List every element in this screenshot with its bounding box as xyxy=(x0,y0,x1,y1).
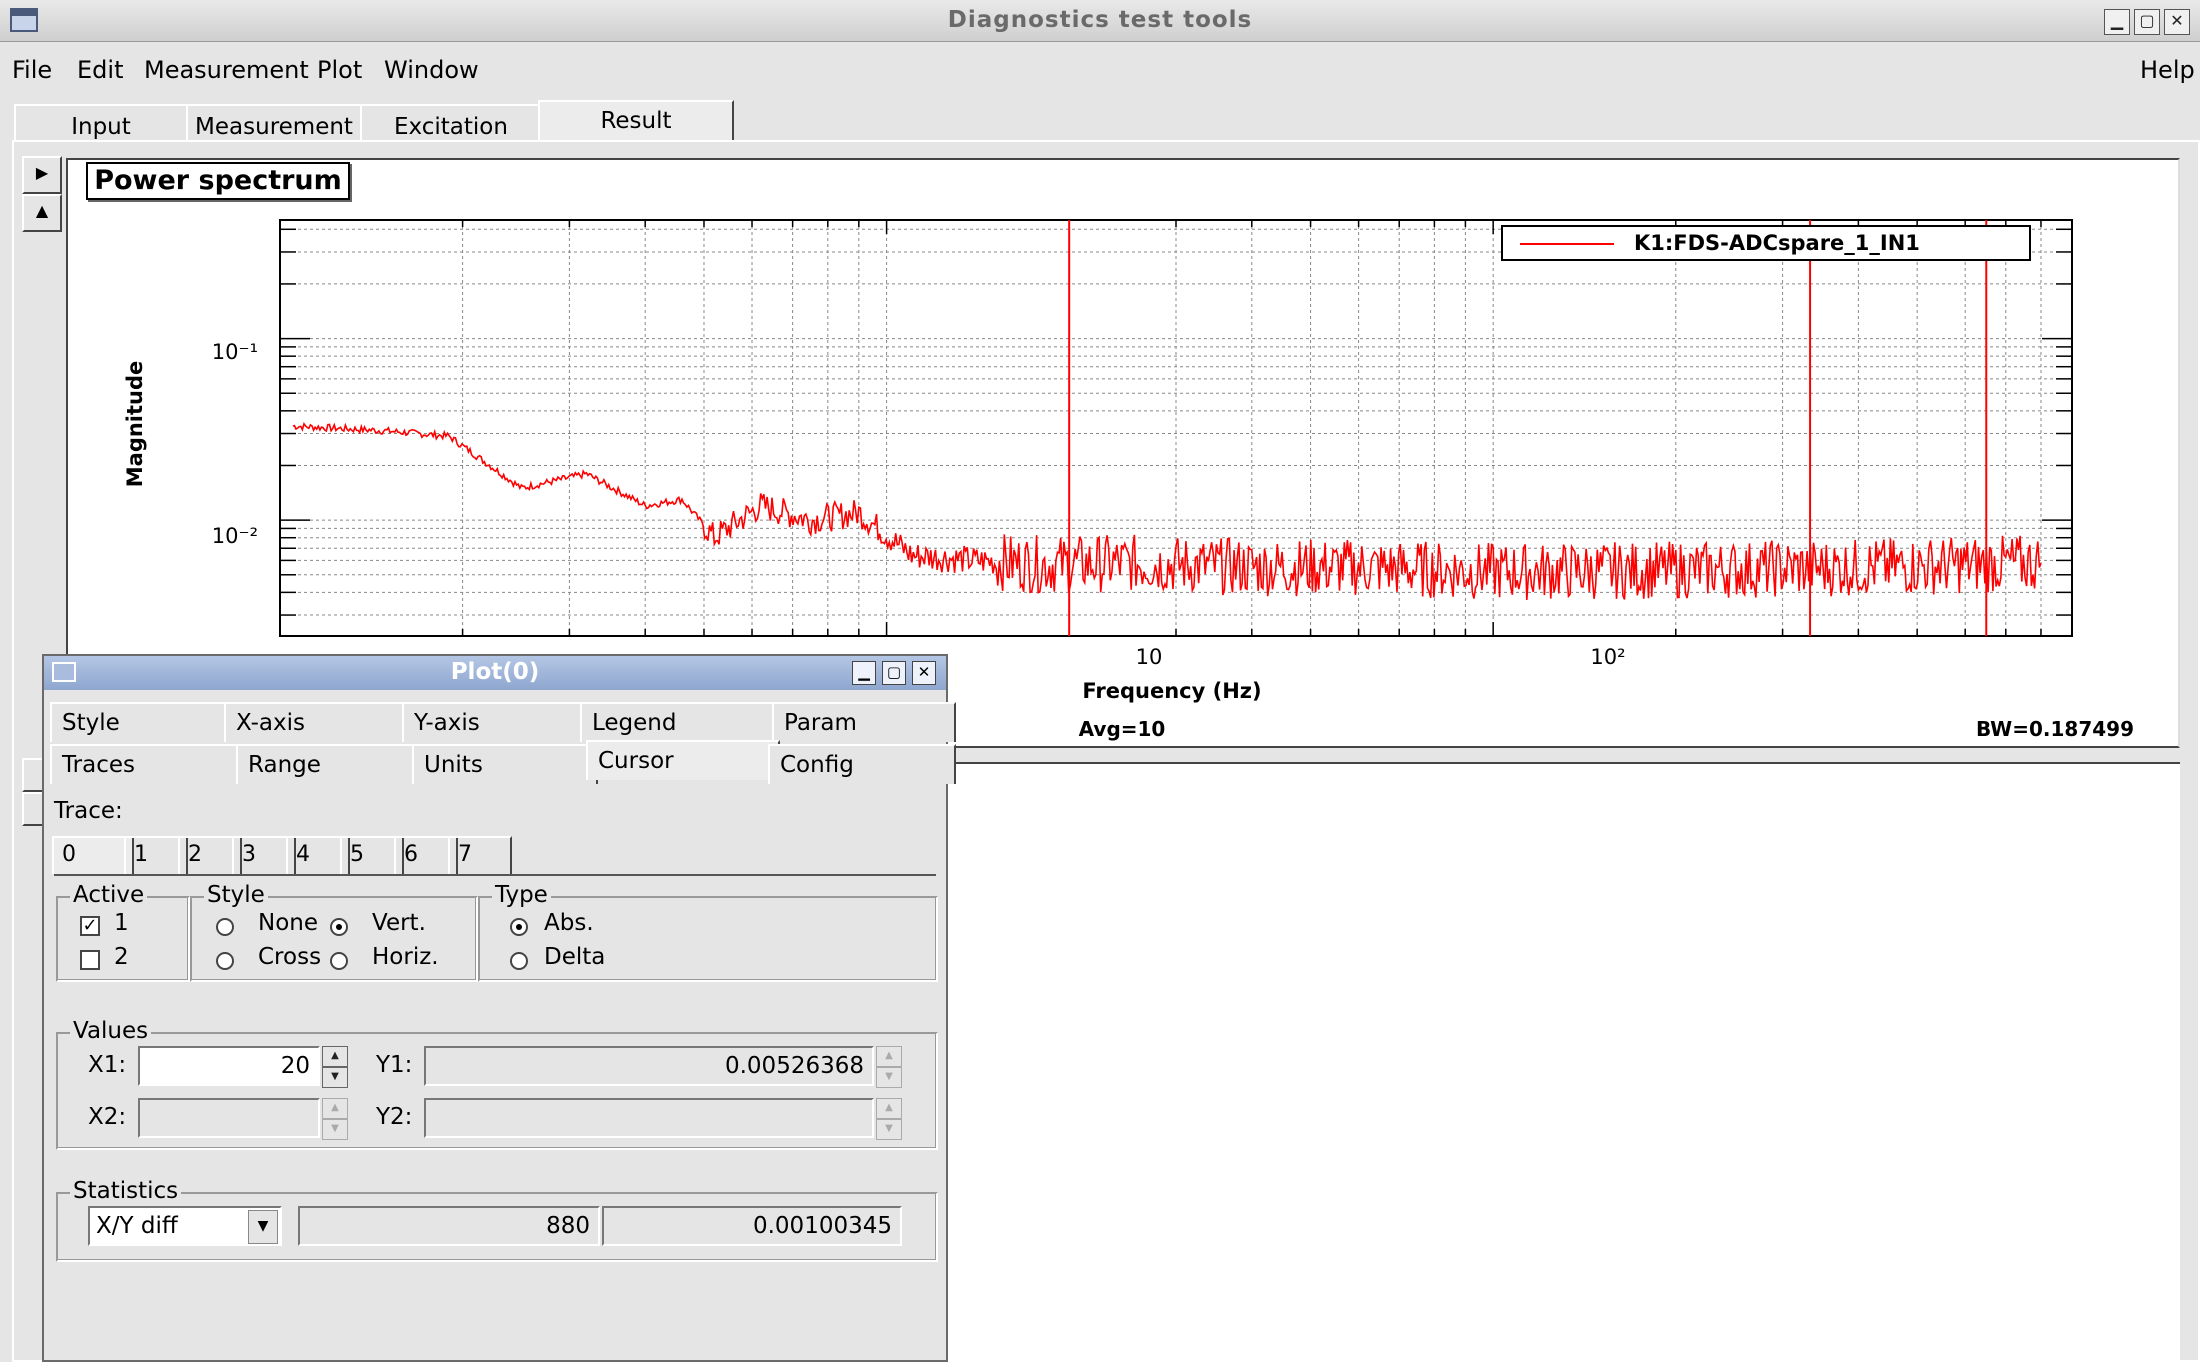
spike-lines xyxy=(1068,220,1988,636)
dtab-units[interactable]: Units xyxy=(412,744,598,784)
dialog-title: Plot(0) xyxy=(450,659,540,685)
chevron-down-icon[interactable]: ▼ xyxy=(248,1210,278,1244)
style-cross-label: Cross xyxy=(258,944,322,970)
y2-spinner: ▲ ▼ xyxy=(876,1098,902,1140)
values-legend: Values xyxy=(70,1018,152,1044)
active-1-checkbox[interactable]: ✓ xyxy=(80,916,100,936)
type-delta-radio[interactable] xyxy=(510,952,528,970)
plot-dialog: Plot(0) ▁ ▢ ✕ Style X-axis Y-axis Legend… xyxy=(42,654,956,1362)
x2-spinner: ▲ ▼ xyxy=(322,1098,348,1140)
x1-up-icon: ▲ xyxy=(322,1046,348,1067)
type-legend: Type xyxy=(492,882,551,908)
dtab-param[interactable]: Param xyxy=(772,702,956,742)
trace-tabs-divider xyxy=(54,874,936,876)
dialog-minimize-icon[interactable]: ▁ xyxy=(852,661,876,685)
x1-input[interactable]: 20 xyxy=(138,1046,320,1086)
values-group: Values X1: 20 ▲ ▼ Y1: 0.00526368 ▲ ▼ X2: ▲… xyxy=(56,1018,938,1150)
dtab-range[interactable]: Range xyxy=(236,744,424,784)
style-vert-label: Vert. xyxy=(372,910,426,936)
power-spectrum-chart[interactable]: 10 10² 10⁻¹ 10⁻² Frequency (Hz) Magnitud… xyxy=(0,0,2200,760)
type-delta-label: Delta xyxy=(544,944,606,970)
x2-field xyxy=(138,1098,320,1138)
dtab-cursor[interactable]: Cursor xyxy=(586,740,780,780)
y2-label: Y2: xyxy=(376,1104,413,1130)
active-legend: Active xyxy=(70,882,148,908)
legend-entry: K1:FDS-ADCspare_1_IN1 xyxy=(1634,231,1920,255)
x1-spinner[interactable]: ▲ ▼ xyxy=(322,1046,348,1088)
y2-field xyxy=(424,1098,874,1138)
active-2-label: 2 xyxy=(114,944,129,970)
active-2-checkbox[interactable] xyxy=(80,950,100,970)
style-horiz-label: Horiz. xyxy=(372,944,439,970)
style-vert-radio[interactable] xyxy=(330,918,348,936)
statistics-value-1: 880 xyxy=(298,1206,600,1246)
x2-label: X2: xyxy=(88,1104,127,1130)
dialog-title-bar[interactable]: Plot(0) ▁ ▢ ✕ xyxy=(44,656,946,690)
trace-tab-7[interactable]: 7 xyxy=(448,836,512,874)
statistics-mode-value: X/Y diff xyxy=(96,1213,178,1239)
plot-panel-lower xyxy=(946,762,2180,1360)
y-tick-0.1: 10⁻¹ xyxy=(212,340,258,364)
dtab-config[interactable]: Config xyxy=(768,744,956,784)
dtab-y-axis[interactable]: Y-axis xyxy=(402,702,592,742)
statistics-value-2: 0.00100345 xyxy=(602,1206,902,1246)
style-horiz-radio[interactable] xyxy=(330,952,348,970)
dtab-x-axis[interactable]: X-axis xyxy=(224,702,414,742)
active-group: Active ✓ 1 2 xyxy=(56,882,190,982)
y-tick-0.01: 10⁻² xyxy=(212,524,258,548)
x1-label: X1: xyxy=(88,1052,127,1078)
style-none-label: None xyxy=(258,910,319,936)
trace-line xyxy=(292,421,2042,601)
trace-tab-0[interactable]: 0 xyxy=(52,836,134,874)
statistics-legend: Statistics xyxy=(70,1178,182,1204)
style-cross-radio[interactable] xyxy=(216,952,234,970)
x-axis-label: Frequency (Hz) xyxy=(1082,679,1261,703)
y1-field: 0.00526368 xyxy=(424,1046,874,1086)
dialog-close-icon[interactable]: ✕ xyxy=(912,661,936,685)
style-group: Style None Vert. Cross Horiz. xyxy=(190,882,478,982)
statistics-mode-select[interactable]: X/Y diff ▼ xyxy=(88,1206,282,1246)
y1-spinner: ▲ ▼ xyxy=(876,1046,902,1088)
x-tick-100: 10² xyxy=(1590,645,1625,669)
statistics-group: Statistics X/Y diff ▼ 880 0.00100345 xyxy=(56,1178,938,1262)
type-abs-radio[interactable] xyxy=(510,918,528,936)
y-axis-label: Magnitude xyxy=(123,361,147,488)
dtab-traces[interactable]: Traces xyxy=(50,744,248,784)
type-group: Type Abs. Delta xyxy=(478,882,938,982)
style-none-radio[interactable] xyxy=(216,918,234,936)
dtab-legend[interactable]: Legend xyxy=(580,702,784,742)
trace-label: Trace: xyxy=(54,798,123,824)
dtab-style[interactable]: Style xyxy=(50,702,236,742)
bw-label: BW=0.187499 xyxy=(1976,717,2134,741)
style-legend: Style xyxy=(204,882,268,908)
dialog-maximize-icon[interactable]: ▢ xyxy=(882,661,906,685)
x1-down-icon: ▼ xyxy=(322,1067,348,1088)
x-tick-10: 10 xyxy=(1136,645,1163,669)
avg-label: Avg=10 xyxy=(1079,717,1166,741)
type-abs-label: Abs. xyxy=(544,910,594,936)
y1-label: Y1: xyxy=(376,1052,413,1078)
active-1-label: 1 xyxy=(114,910,129,936)
